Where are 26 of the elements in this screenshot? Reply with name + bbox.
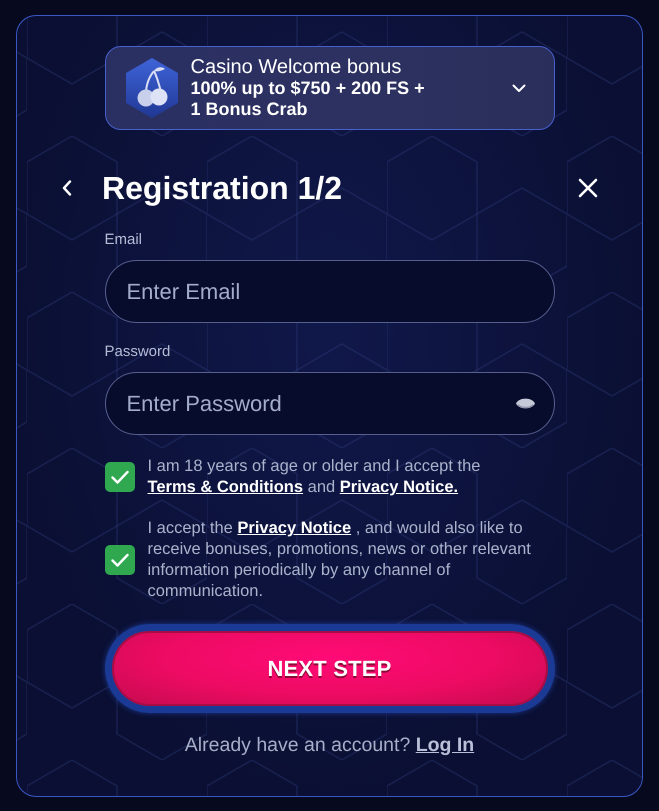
close-icon xyxy=(578,178,598,198)
bonus-offer: 100% up to $750 + 200 FS + 1 Bonus Crab xyxy=(190,78,426,120)
consent-text: I am 18 years of age or older and I accept the Terms & Conditions and Privacy Notice. xyxy=(148,456,482,498)
password-field[interactable]: Enter Password xyxy=(104,372,554,435)
checkbox[interactable] xyxy=(104,545,134,575)
field-label: Email xyxy=(104,231,144,249)
field-label: Password xyxy=(104,343,172,361)
consent-text: I accept the Privacy Notice , and would also like to receive bonuses, promotions, news or other relevant information periodically by any channel of communication. xyxy=(148,518,532,602)
email-field[interactable]: Enter Email xyxy=(104,260,554,323)
login-link[interactable]: Log In xyxy=(416,734,474,756)
text-link[interactable]: Privacy Notice. xyxy=(340,478,458,496)
cherry-icon xyxy=(124,57,180,119)
back-button[interactable] xyxy=(62,180,72,196)
account-prompt: Already have an account? xyxy=(184,734,410,756)
checkbox[interactable] xyxy=(104,462,134,492)
close-button[interactable] xyxy=(578,178,598,198)
bonus-card[interactable]: Casino Welcome bonus 100% up to $750 + 200 FS + 1 Bonus Crab xyxy=(104,46,554,130)
bonus-title: Casino Welcome bonus xyxy=(190,56,402,78)
dialog-title: Registration 1/2 xyxy=(102,169,344,208)
next-step-button[interactable]: NEXT STEP xyxy=(104,624,554,713)
check-icon xyxy=(110,553,128,567)
text-link[interactable]: Privacy Notice xyxy=(237,519,352,537)
check-icon xyxy=(110,470,128,484)
text-link[interactable]: Terms & Conditions xyxy=(148,478,304,496)
back-icon xyxy=(62,180,72,196)
chevron-down-icon[interactable] xyxy=(512,84,526,92)
